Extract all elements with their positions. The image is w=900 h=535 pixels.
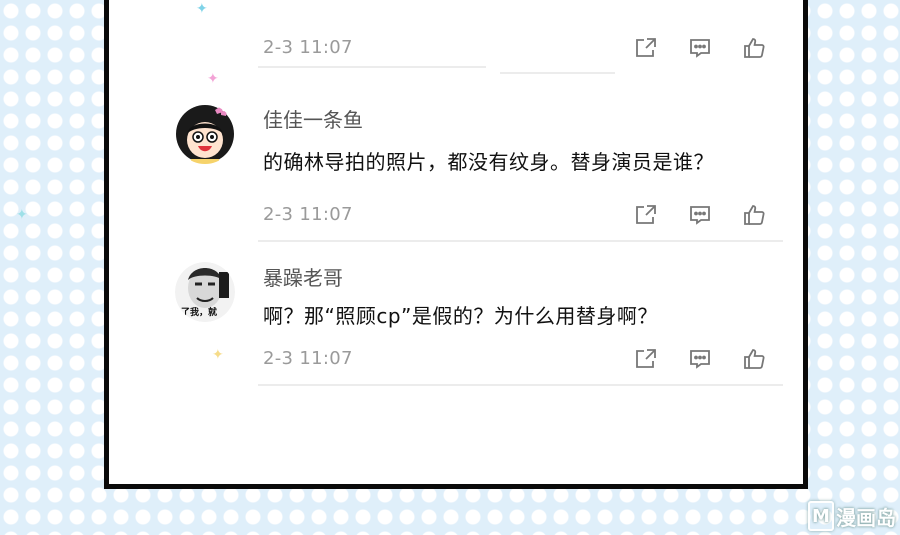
like-icon[interactable] <box>741 202 767 228</box>
comment-item: 佳佳一条鱼 的确林导拍的照片，都没有纹身。替身演员是谁？ 2-3 11:07 <box>155 90 783 242</box>
comment-timestamp: 2-3 11:07 <box>263 348 353 369</box>
divider <box>500 72 615 74</box>
meme-face-avatar-icon[interactable]: 了我，就 <box>175 262 235 322</box>
comment-username[interactable]: 暴躁老哥 <box>263 262 343 291</box>
comment-actions <box>633 35 767 61</box>
watermark-badge: M <box>808 501 834 531</box>
comment-icon[interactable] <box>687 202 713 228</box>
watermark-text: 漫画岛 <box>836 505 896 530</box>
watermark-logo: M 漫画岛 <box>808 501 896 531</box>
comment-timestamp: 2-3 11:07 <box>263 37 353 58</box>
comment-icon[interactable] <box>687 35 713 61</box>
comment-item: 2-3 11:07 <box>155 0 783 80</box>
comment-timestamp: 2-3 11:07 <box>263 204 353 225</box>
cartoon-girl-avatar-icon[interactable] <box>175 104 235 164</box>
divider <box>258 66 486 68</box>
like-icon[interactable] <box>741 35 767 61</box>
comment-actions <box>633 346 767 372</box>
share-icon[interactable] <box>633 346 659 372</box>
sparkle-icon: ✦ <box>16 207 28 223</box>
comment-username[interactable]: 佳佳一条鱼 <box>263 104 363 133</box>
comment-text: 啊？那“照顾cp”是假的？为什么用替身啊？ <box>263 304 658 328</box>
avatar-caption: 了我，就 <box>181 308 218 318</box>
share-icon[interactable] <box>633 35 659 61</box>
share-icon[interactable] <box>633 202 659 228</box>
comment-item: 了我，就 暴躁老哥 啊？那“照顾cp”是假的？为什么用替身啊？ 2-3 11:0… <box>155 250 783 390</box>
like-icon[interactable] <box>741 346 767 372</box>
comment-text: 的确林导拍的照片，都没有纹身。替身演员是谁？ <box>263 150 714 174</box>
divider <box>258 240 783 242</box>
comment-icon[interactable] <box>687 346 713 372</box>
comment-actions <box>633 202 767 228</box>
divider <box>258 384 783 386</box>
